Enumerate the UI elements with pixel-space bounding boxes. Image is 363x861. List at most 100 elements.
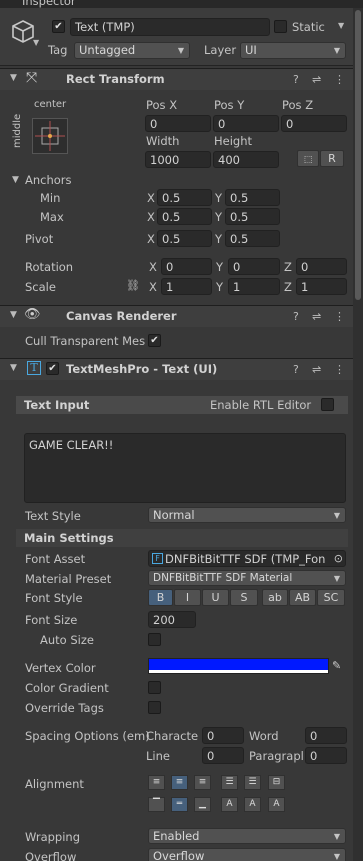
layer-dropdown[interactable]: UI ▼ xyxy=(240,42,346,59)
tmp-text-icon: T xyxy=(27,361,41,375)
blueprint-mode-button[interactable]: ⬚ xyxy=(297,150,319,167)
word-spacing-label: Word xyxy=(249,729,279,743)
rect-transform-header[interactable]: ▼ ⤧ Rect Transform ? ⇌ ⋮ xyxy=(0,68,353,90)
anchor-max-y-field[interactable]: 0.5 xyxy=(225,208,280,225)
align-geometry-center-button[interactable]: ⊟ xyxy=(268,775,285,790)
raw-edit-button[interactable]: R xyxy=(320,150,344,167)
font-style-italic-button[interactable]: I xyxy=(174,589,201,606)
cull-transparent-checkbox[interactable]: ✔ xyxy=(148,334,161,347)
font-style-underline-button[interactable]: U xyxy=(202,589,229,606)
font-style-uppercase-button[interactable]: AB xyxy=(289,589,316,606)
font-style-lowercase-button[interactable]: ab xyxy=(262,589,288,606)
inspector-tab-bar: Inspector xyxy=(0,0,363,8)
constrain-proportions-link-icon[interactable]: ⛓ xyxy=(126,279,140,292)
font-style-strikethrough-button[interactable]: S xyxy=(230,589,258,606)
rotation-x-field[interactable]: 0 xyxy=(161,258,212,275)
help-icon[interactable]: ? xyxy=(293,73,299,86)
anchor-min-x-field[interactable]: 0.5 xyxy=(157,189,212,206)
static-label: Static xyxy=(292,20,325,34)
pos-z-field[interactable]: 0 xyxy=(281,115,347,132)
text-input-area[interactable]: GAME CLEAR!! xyxy=(24,433,346,503)
help-icon[interactable]: ? xyxy=(293,363,299,376)
rtl-editor-checkbox[interactable] xyxy=(321,398,334,411)
gameobject-active-checkbox[interactable]: ✔ xyxy=(52,20,65,33)
align-bottom-button[interactable]: ▁ xyxy=(194,797,211,812)
tag-label: Tag xyxy=(48,43,68,57)
inspector-scrollbar-thumb[interactable] xyxy=(355,10,361,300)
word-spacing-field[interactable]: 0 xyxy=(305,727,347,744)
pos-x-field[interactable]: 0 xyxy=(145,115,211,132)
presets-icon[interactable]: ⇌ xyxy=(312,310,321,323)
material-preset-value: DNFBitBitTTF SDF Material xyxy=(153,572,293,584)
eyedropper-icon[interactable]: ✎ xyxy=(332,659,341,672)
scale-y-field[interactable]: 1 xyxy=(228,278,280,295)
static-dropdown-arrow-icon[interactable]: ▼ xyxy=(338,21,344,30)
override-tags-checkbox[interactable] xyxy=(148,701,161,714)
anchor-max-x-field[interactable]: 0.5 xyxy=(157,208,212,225)
gameobject-name-field[interactable]: Text (TMP) xyxy=(70,18,270,36)
scale-z-field[interactable]: 1 xyxy=(296,278,347,295)
overflow-dropdown[interactable]: Overflow ▼ xyxy=(148,848,346,861)
anchor-preset-side-label: middle xyxy=(12,113,23,148)
align-center-button[interactable]: ≡ xyxy=(171,775,188,790)
alignment-label: Alignment xyxy=(25,777,84,791)
more-menu-icon[interactable]: ⋮ xyxy=(334,73,345,86)
text-style-dropdown[interactable]: Normal ▼ xyxy=(148,507,346,523)
foldout-arrow-icon[interactable]: ▼ xyxy=(10,73,17,83)
tmp-enabled-checkbox[interactable]: ✔ xyxy=(46,362,59,375)
pivot-x-field[interactable]: 0.5 xyxy=(157,230,212,247)
align-right-button[interactable]: ≡ xyxy=(194,775,211,790)
canvas-renderer-header[interactable]: ▼ 👁 Canvas Renderer ? ⇌ ⋮ xyxy=(0,305,353,327)
anchors-max-label: Max xyxy=(40,210,64,224)
rotation-z-field[interactable]: 0 xyxy=(296,258,347,275)
align-left-button[interactable]: ≡ xyxy=(148,775,165,790)
align-middle-button[interactable]: ═ xyxy=(171,797,188,812)
spacing-options-label: Spacing Options (em) xyxy=(25,729,150,743)
auto-size-checkbox[interactable] xyxy=(148,633,161,646)
layer-value: UI xyxy=(245,43,257,57)
blueprint-icon: ⬚ xyxy=(303,155,313,165)
line-spacing-field[interactable]: 0 xyxy=(202,747,244,764)
pivot-y-field[interactable]: 0.5 xyxy=(225,230,280,247)
scale-x-field[interactable]: 1 xyxy=(161,278,212,295)
foldout-arrow-icon[interactable]: ▼ xyxy=(10,363,17,373)
foldout-arrow-icon[interactable]: ▼ xyxy=(10,310,17,320)
pos-y-field[interactable]: 0 xyxy=(213,115,279,132)
static-checkbox[interactable] xyxy=(274,20,287,33)
more-menu-icon[interactable]: ⋮ xyxy=(334,310,345,323)
chevron-down-icon[interactable]: ▼ xyxy=(33,38,39,47)
material-preset-dropdown[interactable]: DNFBitBitTTF SDF Material ▼ xyxy=(148,570,346,586)
color-gradient-checkbox[interactable] xyxy=(148,681,161,694)
align-midline-button[interactable]: A xyxy=(244,797,261,812)
anchor-preset-button[interactable] xyxy=(32,118,68,154)
height-field[interactable]: 400 xyxy=(213,151,279,168)
help-icon[interactable]: ? xyxy=(293,310,299,323)
more-menu-icon[interactable]: ⋮ xyxy=(334,363,345,376)
character-spacing-field[interactable]: 0 xyxy=(202,727,244,744)
width-field[interactable]: 1000 xyxy=(145,151,211,168)
align-justified-button[interactable]: ☰ xyxy=(221,775,238,790)
wrapping-dropdown[interactable]: Enabled ▼ xyxy=(148,828,346,844)
object-picker-icon[interactable]: ⊙ xyxy=(333,551,343,566)
presets-icon[interactable]: ⇌ xyxy=(312,363,321,376)
anchor-min-y-field[interactable]: 0.5 xyxy=(225,189,280,206)
override-tags-label: Override Tags xyxy=(25,701,104,715)
inspector-tab-title[interactable]: Inspector xyxy=(22,0,76,8)
align-capline-button[interactable]: A xyxy=(268,797,285,812)
align-flush-button[interactable]: ☰ xyxy=(244,775,261,790)
font-size-field[interactable]: 200 xyxy=(148,611,196,628)
vertex-color-swatch[interactable] xyxy=(148,658,329,674)
font-style-bold-button[interactable]: B xyxy=(148,589,173,606)
anchors-min-label: Min xyxy=(40,191,61,205)
rotation-y-field[interactable]: 0 xyxy=(228,258,280,275)
presets-icon[interactable]: ⇌ xyxy=(312,73,321,86)
textmeshpro-header[interactable]: ▼ T ✔ TextMeshPro - Text (UI) ? ⇌ ⋮ xyxy=(0,358,353,380)
align-top-button[interactable]: ▔ xyxy=(148,797,165,812)
font-asset-field[interactable]: F DNFBitBitTTF SDF (TMP_Fon ⊙ xyxy=(148,550,346,567)
align-baseline-button[interactable]: A xyxy=(221,797,238,812)
paragraph-spacing-field[interactable]: 0 xyxy=(305,747,347,764)
font-style-smallcaps-button[interactable]: SC xyxy=(317,589,345,606)
foldout-arrow-icon[interactable]: ▼ xyxy=(12,175,19,185)
chevron-down-icon: ▼ xyxy=(333,511,340,520)
tag-dropdown[interactable]: Untagged ▼ xyxy=(74,42,190,59)
